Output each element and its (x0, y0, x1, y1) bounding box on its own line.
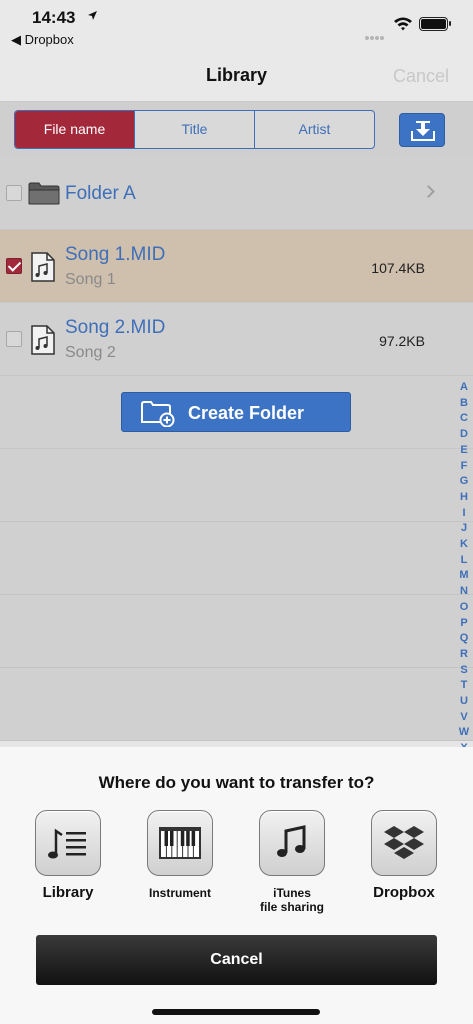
index-letter[interactable]: N (458, 584, 470, 600)
home-indicator (152, 1009, 320, 1015)
song-title: Song 2 (65, 344, 116, 361)
sort-bar: File name Title Artist (0, 102, 473, 157)
index-letter[interactable]: Q (458, 631, 470, 647)
index-letter[interactable]: L (458, 553, 470, 569)
sheet-question: Where do you want to transfer to? (98, 773, 375, 792)
file-list: Folder A Song 1.MID Song 1 107.4KB Song … (0, 157, 473, 741)
index-letter[interactable]: A (458, 380, 470, 396)
index-letter[interactable]: V (458, 710, 470, 726)
section-index[interactable]: A B C D E F G H I J K L M N O P Q R S T … (458, 380, 470, 747)
file-size: 107.4KB (371, 260, 425, 276)
battery-icon (419, 17, 451, 31)
segment-artist[interactable]: Artist (255, 111, 374, 148)
list-item-folder[interactable]: Folder A (0, 157, 473, 230)
row-checkbox[interactable] (6, 185, 22, 201)
download-button[interactable] (399, 113, 445, 147)
index-letter[interactable]: P (458, 616, 470, 632)
option-dropbox[interactable]: Dropbox (359, 810, 449, 900)
sheet-cancel-button[interactable]: Cancel (36, 935, 437, 985)
sort-segmented-control: File name Title Artist (14, 110, 375, 149)
option-library-label: Library (42, 884, 94, 901)
index-letter[interactable]: O (458, 600, 470, 616)
chevron-right-icon (422, 185, 435, 198)
song-name: Song 1.MID (65, 244, 166, 265)
nav-bar: Library Cancel (0, 50, 473, 102)
status-bar: 14:43 ◀ Dropbox (0, 0, 473, 50)
option-itunes-label: iTunes file sharing (259, 886, 324, 914)
create-folder-button[interactable]: Create Folder (121, 392, 351, 432)
index-letter[interactable]: E (458, 443, 470, 459)
index-letter[interactable]: J (458, 521, 470, 537)
file-size: 97.2KB (379, 333, 425, 349)
create-folder-label: Create Folder (188, 403, 305, 423)
midi-file-icon (31, 252, 55, 282)
folder-name: Folder A (65, 183, 136, 204)
row-checkbox[interactable] (6, 331, 22, 347)
piano-keyboard-icon (147, 810, 213, 876)
music-note-icon (259, 810, 325, 876)
list-item-song[interactable]: Song 1.MID Song 1 107.4KB (0, 230, 473, 303)
transfer-sheet: Where do you want to transfer to? Librar… (0, 747, 473, 1024)
wifi-icon (394, 17, 412, 31)
empty-row (0, 668, 473, 741)
location-arrow-icon (88, 11, 97, 20)
index-letter[interactable]: T (458, 678, 470, 694)
row-checkbox-checked[interactable] (6, 258, 22, 274)
index-letter[interactable]: M (458, 568, 470, 584)
segment-title[interactable]: Title (135, 111, 255, 148)
status-time: 14:43 (32, 8, 76, 27)
option-itunes-file-sharing[interactable]: iTunes file sharing (247, 810, 337, 914)
back-to-app-link[interactable]: ◀ Dropbox (11, 32, 74, 48)
index-letter[interactable]: W (458, 725, 470, 741)
index-letter[interactable]: G (458, 474, 470, 490)
index-letter[interactable]: H (458, 490, 470, 506)
library-icon (35, 810, 101, 876)
list-item-song[interactable]: Song 2.MID Song 2 97.2KB (0, 303, 473, 376)
index-letter[interactable]: I (458, 506, 470, 522)
create-folder-row: Create Folder (0, 376, 473, 449)
index-letter[interactable]: R (458, 647, 470, 663)
segment-file-name[interactable]: File name (15, 111, 135, 148)
midi-file-icon (31, 325, 55, 355)
back-app-label: Dropbox (24, 32, 74, 47)
download-icon (411, 121, 435, 141)
index-letter[interactable]: D (458, 427, 470, 443)
option-library[interactable]: Library (23, 810, 113, 900)
add-folder-icon (141, 401, 175, 427)
option-instrument-label: Instrument (148, 886, 211, 900)
index-letter[interactable]: F (458, 459, 470, 475)
nav-cancel-button[interactable]: Cancel (393, 66, 449, 87)
index-letter[interactable]: C (458, 411, 470, 427)
empty-row (0, 522, 473, 595)
empty-row (0, 595, 473, 668)
empty-row (0, 449, 473, 522)
song-name: Song 2.MID (65, 317, 166, 338)
index-letter[interactable]: U (458, 694, 470, 710)
index-letter[interactable]: K (458, 537, 470, 553)
option-dropbox-label: Dropbox (373, 884, 435, 901)
index-letter[interactable]: S (458, 663, 470, 679)
option-instrument[interactable]: Instrument (135, 810, 225, 900)
dropbox-icon (371, 810, 437, 876)
song-title: Song 1 (65, 271, 116, 288)
index-letter[interactable]: B (458, 396, 470, 412)
signal-icon (365, 27, 387, 40)
folder-icon (28, 182, 60, 205)
